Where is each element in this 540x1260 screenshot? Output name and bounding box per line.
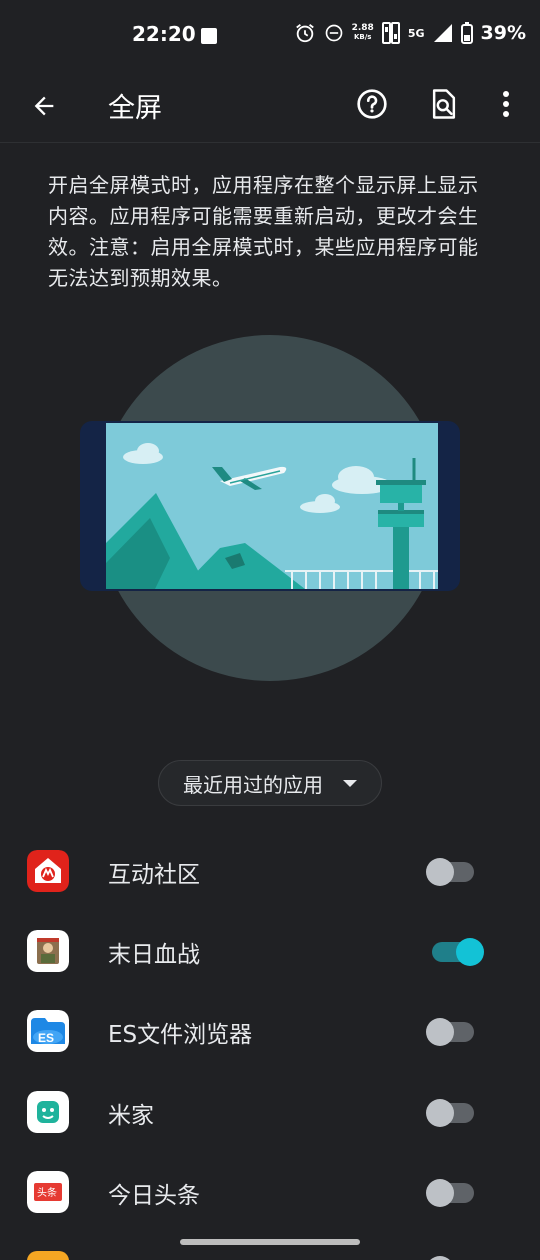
fullscreen-toggle[interactable] [426, 1096, 476, 1130]
es-file-explorer-icon: ES [27, 1010, 69, 1052]
back-arrow-icon [34, 96, 54, 116]
app-name: ES文件浏览器 [108, 1022, 253, 1048]
svg-text:头条: 头条 [37, 1186, 57, 1199]
app-name: 今日头条 [108, 1183, 200, 1209]
list-item[interactable]: 头条 今日头条 [0, 1152, 540, 1232]
app-bar: 全屏 [0, 72, 540, 140]
fullscreen-toggle[interactable] [426, 1015, 476, 1049]
status-icons: 2.88 KB/s 5G 39% [294, 22, 526, 44]
fullscreen-toggle[interactable] [426, 855, 476, 889]
page-title: 全屏 [108, 93, 162, 124]
motorola-community-icon [27, 850, 69, 892]
alarm-icon [295, 24, 314, 43]
battery-level: 39% [480, 22, 526, 44]
app-filter-dropdown[interactable]: 最近用过的应用 [158, 760, 382, 806]
app-name: 米家 [108, 1103, 154, 1129]
home-indicator[interactable] [180, 1239, 360, 1245]
app-filter-label: 最近用过的应用 [183, 772, 323, 797]
notification-icon [201, 28, 217, 44]
search-settings-button[interactable] [424, 84, 464, 124]
fullscreen-description: 开启全屏模式时，应用程序在整个显示屏上显示内容。应用程序可能需要重新启动，更改才… [48, 173, 479, 290]
more-options-button[interactable] [488, 84, 524, 124]
game-icon [27, 930, 69, 972]
help-icon [357, 89, 387, 119]
net-speed-value: 2.88 [351, 23, 374, 33]
app-icon [27, 1251, 69, 1260]
app-name: 互动社区 [108, 862, 200, 888]
fullscreen-illustration [80, 335, 460, 681]
back-button[interactable] [24, 86, 64, 126]
list-item[interactable]: 末日血战 [0, 911, 540, 991]
list-item[interactable]: ES ES文件浏览器 [0, 991, 540, 1071]
app-bar-divider [0, 142, 540, 143]
status-bar: 22:20 2.88 KB/s 5G 39% [0, 0, 540, 72]
app-name: 末日血战 [108, 942, 200, 968]
sim-icon [381, 22, 400, 44]
battery-icon [460, 22, 473, 44]
chevron-down-icon [343, 779, 357, 787]
more-vert-icon [503, 91, 509, 117]
mijia-icon [27, 1091, 69, 1133]
list-item[interactable] [0, 1232, 540, 1260]
help-button[interactable] [352, 84, 392, 124]
signal-icon [433, 24, 452, 42]
fullscreen-toggle[interactable] [426, 1256, 454, 1260]
svg-text:ES: ES [38, 1031, 54, 1045]
fullscreen-toggle[interactable] [426, 1176, 476, 1210]
search-icon [432, 89, 456, 119]
dnd-icon [325, 24, 342, 42]
net-speed: 2.88 KB/s [352, 24, 374, 42]
status-time: 22:20 [132, 22, 196, 46]
list-item[interactable]: 互动社区 [0, 831, 540, 911]
network-type: 5G [407, 26, 425, 40]
list-item[interactable]: 米家 [0, 1072, 540, 1152]
fullscreen-toggle[interactable] [426, 935, 484, 969]
toutiao-icon: 头条 [27, 1171, 69, 1213]
net-speed-unit: KB/s [353, 33, 372, 41]
